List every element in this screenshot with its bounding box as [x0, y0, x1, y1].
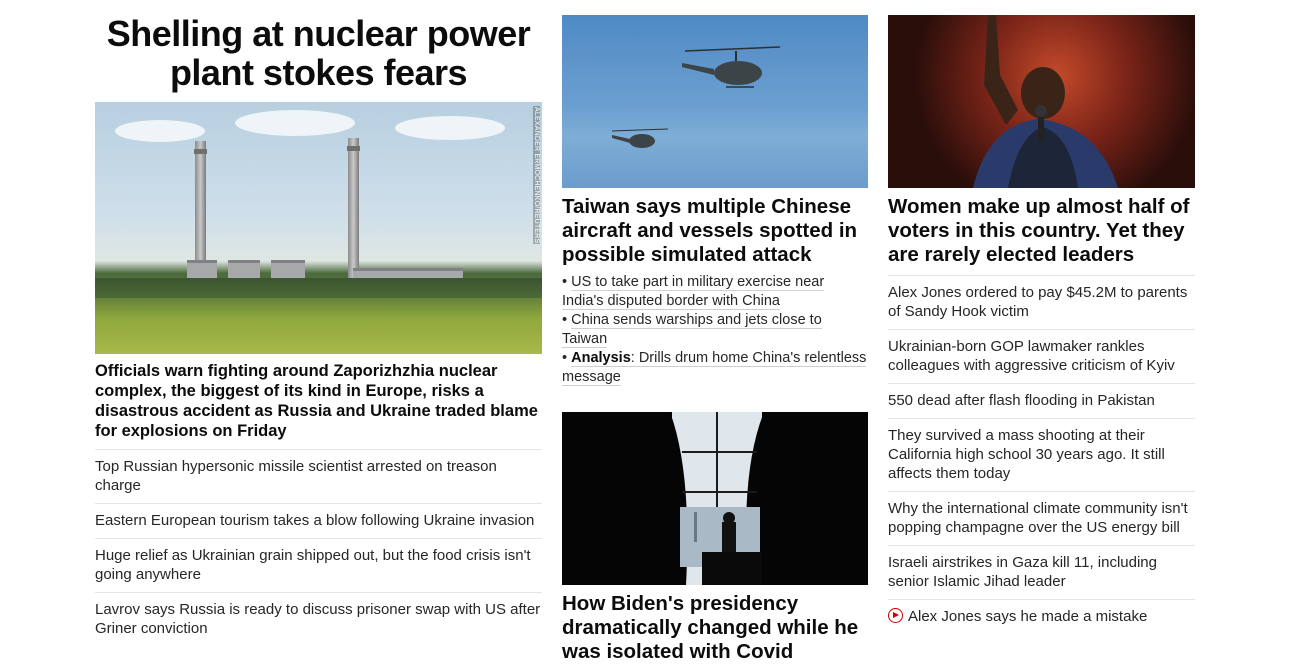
video-list-item[interactable]: Alex Jones says he made a mistake [888, 600, 1195, 634]
list-item[interactable]: Why the international climate community … [888, 492, 1195, 546]
list-item[interactable]: • Analysis: Drills drum home China's rel… [562, 349, 868, 387]
window-silhouette [652, 412, 778, 585]
women-voters-headline[interactable]: Women make up almost half of voters in t… [888, 195, 1195, 267]
taiwan-headline[interactable]: Taiwan says multiple Chinese aircraft an… [562, 195, 868, 267]
tree-line [95, 278, 542, 298]
taiwan-bullets: • US to take part in military exercise n… [562, 273, 868, 387]
list-item[interactable]: 550 dead after flash flooding in Pakista… [888, 384, 1195, 419]
analysis-label: Analysis [571, 350, 631, 367]
list-item[interactable]: Ukrainian-born GOP lawmaker rankles coll… [888, 330, 1195, 384]
cloud-shape [115, 120, 205, 142]
list-item[interactable]: They survived a mass shooting at their C… [888, 419, 1195, 492]
play-video-icon [888, 608, 903, 623]
middle-column: Taiwan says multiple Chinese aircraft an… [562, 0, 868, 664]
lead-column: Shelling at nuclear power plant stokes f… [95, 0, 542, 646]
helicopters-photo[interactable] [562, 15, 868, 188]
list-item[interactable]: Top Russian hypersonic missile scientist… [95, 450, 542, 504]
list-item[interactable]: Israeli airstrikes in Gaza kill 11, incl… [888, 546, 1195, 600]
speaker-silhouette [973, 15, 1118, 188]
list-item[interactable]: • China sends warships and jets close to… [562, 311, 868, 349]
related-stories-list: Top Russian hypersonic missile scientist… [95, 449, 542, 646]
biden-window-photo[interactable] [562, 412, 868, 585]
power-plant-photo[interactable]: ALEXANDER ERMOCHENKO/REUTERS [95, 102, 542, 354]
lead-summary[interactable]: Officials warn fighting around Zaporizhz… [95, 361, 542, 441]
photo-credit: ALEXANDER ERMOCHENKO/REUTERS [533, 106, 540, 245]
list-item[interactable]: Eastern European tourism takes a blow fo… [95, 504, 542, 539]
helicopter-shape [682, 46, 781, 88]
woman-speaker-photo[interactable] [888, 15, 1195, 188]
right-column: Women make up almost half of voters in t… [888, 0, 1195, 634]
list-item[interactable]: • US to take part in military exercise n… [562, 273, 868, 311]
biden-headline[interactable]: How Biden's presidency dramatically chan… [562, 592, 868, 664]
list-item[interactable]: Alex Jones ordered to pay $45.2M to pare… [888, 276, 1195, 330]
cloud-shape [235, 110, 355, 136]
main-headline[interactable]: Shelling at nuclear power plant stokes f… [95, 14, 542, 92]
top-stories-list: Alex Jones ordered to pay $45.2M to pare… [888, 275, 1195, 634]
helicopter-shape [611, 128, 669, 148]
cloud-shape [395, 116, 505, 140]
list-item[interactable]: Huge relief as Ukrainian grain shipped o… [95, 539, 542, 593]
smokestack [347, 138, 360, 281]
list-item[interactable]: Lavrov says Russia is ready to discuss p… [95, 593, 542, 646]
